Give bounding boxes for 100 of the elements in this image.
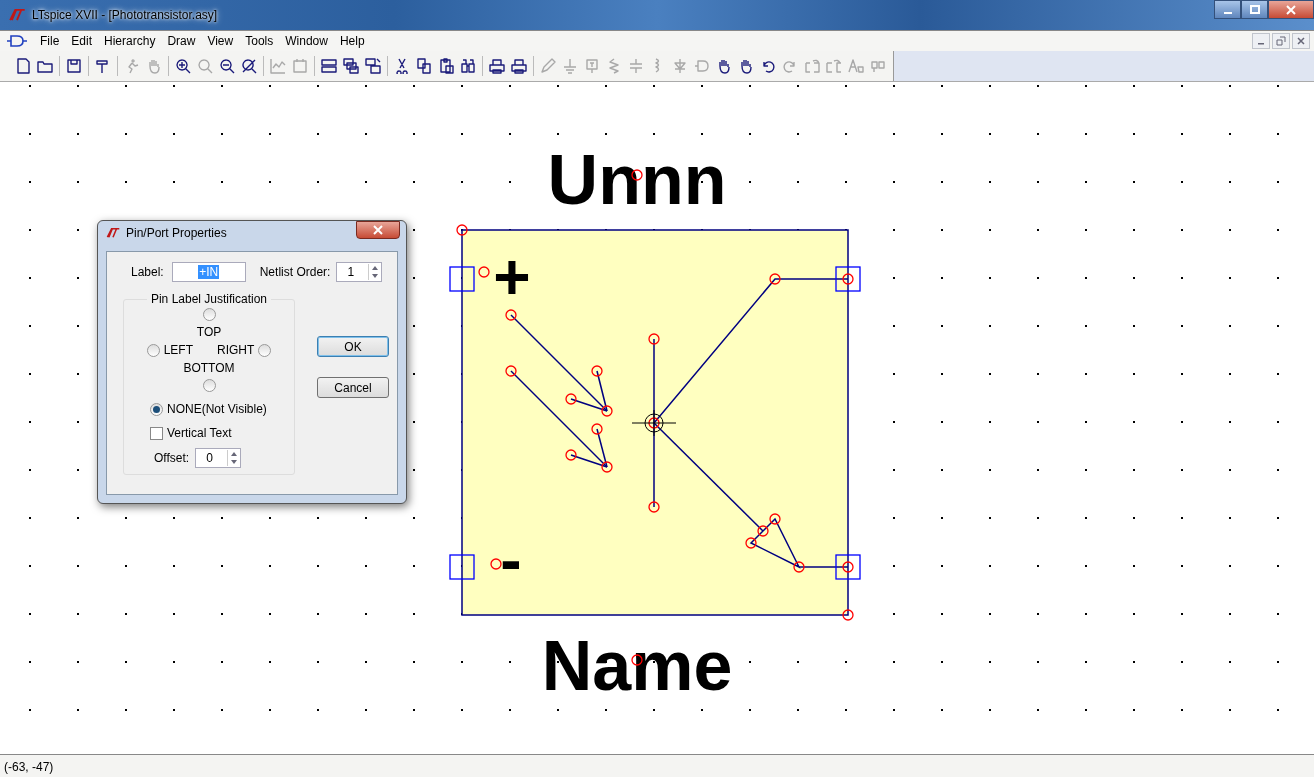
label-caption: Label: [131,265,164,279]
symbol-body[interactable] [461,229,849,616]
vertex-marker[interactable] [456,224,468,236]
pin-marker[interactable] [835,554,861,580]
label-icon [584,58,600,74]
crossed-magnifier-icon [241,58,257,74]
minimize-icon [1223,11,1232,14]
close-button[interactable] [356,221,400,239]
vertex-marker[interactable] [478,266,490,278]
vertex-marker[interactable] [505,309,517,321]
component-icon [694,58,710,74]
vertex-marker[interactable] [490,558,502,570]
radio-label: TOP [196,325,222,339]
vertex-marker[interactable] [601,405,613,417]
netlist-order-field[interactable]: 1 [336,262,383,282]
restore-icon [1276,36,1286,46]
vertex-marker[interactable] [793,561,805,573]
zoom-out-icon [219,58,235,74]
arrange-windows-icon [365,58,381,74]
vertex-marker[interactable] [601,461,613,473]
menu-item[interactable]: Hierarchy [98,34,162,48]
vertex-marker[interactable] [757,525,769,537]
radio-button[interactable] [258,343,272,357]
cascade-windows-icon [343,58,359,74]
minimize-icon [1258,43,1264,45]
menu-item[interactable]: Tools [239,34,280,48]
vertex-marker[interactable] [745,537,757,549]
symbol-line[interactable] [596,370,608,412]
printer-icon [489,58,505,74]
magnifier-icon [197,58,213,74]
menu-item[interactable]: Help [333,34,371,48]
symbol-line[interactable] [570,454,608,468]
plus-sign[interactable]: + [493,241,531,313]
ground-icon [562,58,578,74]
vertex-marker[interactable] [631,654,643,666]
symbol-line[interactable] [653,278,849,424]
menu-item[interactable]: Edit [65,34,99,48]
arrange-windows-button[interactable] [362,55,384,77]
symbol-line[interactable] [596,428,608,468]
vertex-marker[interactable] [769,273,781,285]
maximize-button[interactable] [1241,0,1268,19]
vertex-marker[interactable] [648,417,660,429]
rotate-icon [804,58,820,74]
symbol-line[interactable] [570,398,608,412]
cascade-windows-button[interactable] [340,55,362,77]
paste-icon [438,58,454,74]
checkbox[interactable] [150,426,163,440]
tile-windows-icon [321,58,337,74]
vertex-marker[interactable] [648,501,660,513]
vertex-marker[interactable] [648,333,660,345]
frame-icon [292,58,308,74]
waveform-icon [270,58,286,74]
component-icon [6,35,28,47]
group-title: Pin Label Justification [149,292,269,306]
mirror-icon [826,58,842,74]
menu-item[interactable]: Draw [161,34,202,48]
vertex-marker[interactable] [505,365,517,377]
radio-label: LEFT [163,343,193,357]
vertex-marker[interactable] [769,513,781,525]
cursor-coordinates: (-63, -47) [4,760,54,774]
dialog-button[interactable]: Cancel [317,377,389,398]
radio-button[interactable] [150,402,163,416]
redo-icon [782,58,798,74]
vertex-marker[interactable] [842,561,854,573]
binoculars-icon [460,58,476,74]
radio-button[interactable] [202,379,216,392]
vertex-marker[interactable] [631,169,643,181]
zoom-in-icon [175,58,191,74]
vertex-marker[interactable] [842,273,854,285]
menu-item[interactable]: Window [279,34,334,48]
menu-item[interactable]: View [201,34,240,48]
logo-icon [8,9,26,21]
copy-icon [416,58,432,74]
close-button[interactable] [1268,0,1314,19]
vertex-marker[interactable] [565,393,577,405]
symbol-line[interactable] [510,314,608,412]
radio-label: NONE(Not Visible) [167,402,267,416]
name-text[interactable]: Name [541,627,733,705]
crosshair-icon [631,409,677,437]
radio-button[interactable] [202,308,216,321]
scissors-icon [394,58,410,74]
pin-marker[interactable] [449,554,475,580]
vertex-marker[interactable] [591,365,603,377]
symbol-line[interactable] [653,422,764,532]
symbol-line[interactable] [510,370,608,468]
prefix-text[interactable]: Unnn [547,141,727,219]
minimize-button[interactable] [1214,0,1241,19]
menu-item[interactable]: File [34,34,66,48]
radio-label: BOTTOM [183,361,235,375]
vertex-marker[interactable] [565,449,577,461]
offset-field[interactable]: 0 [195,448,242,468]
vertex-marker[interactable] [842,609,854,621]
folder-icon [37,58,53,74]
dialog-button[interactable]: OK [317,336,389,357]
radio-button[interactable] [146,343,160,357]
symbol-line[interactable] [749,517,801,569]
vertex-marker[interactable] [591,423,603,435]
minus-sign[interactable]: - [500,524,522,596]
pin-marker[interactable] [449,266,475,292]
pin-marker[interactable] [835,266,861,292]
